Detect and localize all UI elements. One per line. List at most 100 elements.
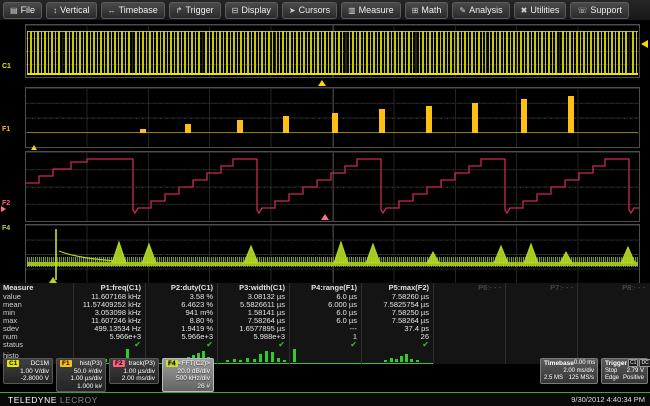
- f4-tab: F4: [166, 360, 178, 367]
- math-icon: ⊞: [412, 6, 419, 15]
- param-header[interactable]: P7:- - -: [506, 283, 577, 293]
- menu-measure[interactable]: ▥Measure: [341, 2, 401, 19]
- measure-table: Measure value mean min max sdev num stat…: [0, 283, 650, 364]
- datetime: 9/30/2012 4:40:34 PM: [571, 395, 645, 404]
- f4-fft-trace: [26, 225, 639, 283]
- measure-col-p2: P2:duty(C1) 3.58 % 6.4623 % 941 m% 8.80 …: [145, 283, 217, 364]
- f2-trigger-marker[interactable]: [321, 214, 329, 220]
- trigger-icon: ↱: [176, 6, 183, 15]
- status-check-icon: ✔: [146, 341, 217, 349]
- menu-utilities[interactable]: ✖Utilities: [514, 2, 567, 19]
- f1-scale1: 50.0 #/div: [60, 368, 102, 376]
- f4-trace-label[interactable]: F4: [2, 225, 10, 232]
- menu-file[interactable]: ▤File: [3, 2, 42, 19]
- f2-scale2: 2.00 ms/div: [113, 375, 155, 383]
- menu-trigger[interactable]: ↱Trigger: [169, 2, 221, 19]
- timebase-title: Timebase: [544, 360, 574, 368]
- menu-label: Cursors: [299, 5, 331, 15]
- f2-scale1: 1.00 µs/div: [113, 368, 155, 376]
- menu-math[interactable]: ⊞Math: [405, 2, 449, 19]
- measure-row-labels: Measure value mean min max sdev num stat…: [0, 283, 73, 364]
- c1-trigger-level-marker[interactable]: [641, 40, 648, 48]
- f4-scale3: 26 #: [166, 383, 210, 391]
- grid-f1: [25, 87, 640, 148]
- brand-lecroy: LECROY: [60, 395, 98, 405]
- measure-col-p1: P1:freq(C1) 11.607168 kHz 11.57409252 kH…: [73, 283, 145, 364]
- timebase-icon: ↔: [108, 6, 116, 15]
- histo-bars: [218, 349, 289, 362]
- menu-analysis[interactable]: ✎Analysis: [452, 2, 509, 19]
- f1-tab: F1: [60, 360, 72, 367]
- row-label: status: [0, 341, 73, 349]
- f4-scale2: 500 kHz/div: [166, 375, 210, 383]
- f4-descriptor-box-selected[interactable]: F4<FFT(C2)> 20.0 dB/div 500 kHz/div 26 #: [162, 358, 214, 392]
- trigger-time-marker[interactable]: [318, 80, 326, 86]
- menu-label: Trigger: [185, 5, 213, 15]
- f1-scale2: 1.00 µs/div: [60, 375, 102, 383]
- param-header[interactable]: P8:- - -: [578, 283, 649, 293]
- trigger-level: 2.79 V: [627, 368, 644, 376]
- histicon-p5: [362, 349, 433, 364]
- menu-label: Vertical: [60, 5, 90, 15]
- f2-trace: [26, 152, 639, 221]
- c1-trace: [27, 31, 638, 75]
- menu-display[interactable]: ⊟Display: [225, 2, 278, 19]
- menu-cursors[interactable]: ➤Cursors: [282, 2, 337, 19]
- menu-label: Measure: [359, 5, 394, 15]
- c1-offset: -2.8000 V: [7, 375, 49, 383]
- grid-c1: [25, 24, 640, 78]
- f1-scale3: 1.000 k#: [60, 383, 102, 391]
- grid-f4: [25, 224, 640, 284]
- f1-trace-label[interactable]: F1: [2, 126, 10, 133]
- c1-trace-label[interactable]: C1: [2, 63, 11, 70]
- histo-bars: [290, 349, 361, 362]
- status-bar: TELEDYNELECROY 9/30/2012 4:40:34 PM: [0, 392, 650, 406]
- timebase-rate: 125 MS/s: [569, 375, 594, 383]
- f1-descriptor-box[interactable]: F1hist(P3) 50.0 #/div 1.00 µs/div 1.000 …: [56, 358, 106, 392]
- oscilloscope-screen: ▤File ↕Vertical ↔Timebase ↱Trigger ⊟Disp…: [0, 0, 650, 406]
- measure-col-p4: P4:range(F1) 6.0 µs 6.000 µs 6.0 µs 6.0 …: [289, 283, 361, 364]
- measure-col-p6: P6:- - -: [433, 283, 505, 364]
- trigger-mode: Stop: [605, 368, 617, 376]
- c1-vdiv: 1.00 V/div: [7, 368, 49, 376]
- timebase-record: 2.5 MS: [544, 375, 563, 383]
- trigger-title: Trigger: [605, 360, 627, 368]
- menu-bar: ▤File ↕Vertical ↔Timebase ↱Trigger ⊟Disp…: [0, 0, 650, 20]
- timebase-box[interactable]: Timebase0.00 ms 2.00 ms/div 2.5 MS125 MS…: [540, 358, 598, 384]
- measure-col-p5: P5:max(F2) 7.58260 µs 7.5825754 µs 7.582…: [361, 283, 433, 364]
- histicon-p3: [218, 349, 289, 364]
- c1-coupling: DC1M: [31, 360, 49, 368]
- menu-label: Utilities: [530, 5, 559, 15]
- f2-tab: F2: [113, 360, 125, 367]
- menu-label: Support: [590, 5, 622, 15]
- status-check-icon: ✔: [218, 341, 289, 349]
- f2-descriptor-box[interactable]: F2 track(P3) 1.00 µs/div 2.00 ms/div: [109, 358, 159, 384]
- f4-scale1: 20.0 dB/div: [166, 368, 210, 376]
- support-icon: ☏: [577, 6, 587, 15]
- param-header[interactable]: P6:- - -: [434, 283, 505, 293]
- trigger-slope: Positive: [623, 375, 644, 383]
- trigger-source-badge: C1: [628, 359, 638, 367]
- menu-label: Math: [421, 5, 441, 15]
- brand-logo: TELEDYNELECROY: [5, 395, 98, 405]
- measure-col-p8: P8:- - -: [577, 283, 649, 364]
- timebase-scale: 2.00 ms/div: [563, 368, 594, 376]
- status-check-icon: ✔: [290, 341, 361, 349]
- f4-function: <FFT(C2)>: [178, 360, 210, 368]
- trigger-box[interactable]: TriggerC1DC Stop2.79 V EdgePositive: [601, 358, 648, 384]
- status-check-icon: ✔: [74, 341, 145, 349]
- menu-timebase[interactable]: ↔Timebase: [101, 2, 165, 19]
- trigger-type: Edge: [605, 375, 619, 383]
- vertical-icon: ↕: [53, 6, 57, 15]
- menu-support[interactable]: ☏Support: [570, 2, 629, 19]
- menu-label: Analysis: [469, 5, 503, 15]
- grid-f2: [25, 151, 640, 222]
- analysis-icon: ✎: [459, 6, 466, 15]
- measure-icon: ▥: [348, 6, 356, 15]
- f2-function: track(P3): [129, 360, 155, 368]
- c1-descriptor-box[interactable]: C1DC1M 1.00 V/div -2.8000 V: [3, 358, 53, 384]
- menu-vertical[interactable]: ↕Vertical: [46, 2, 97, 19]
- f1-marker[interactable]: [31, 145, 37, 150]
- f2-level-marker[interactable]: [1, 206, 6, 212]
- measure-col-p7: P7:- - -: [505, 283, 577, 364]
